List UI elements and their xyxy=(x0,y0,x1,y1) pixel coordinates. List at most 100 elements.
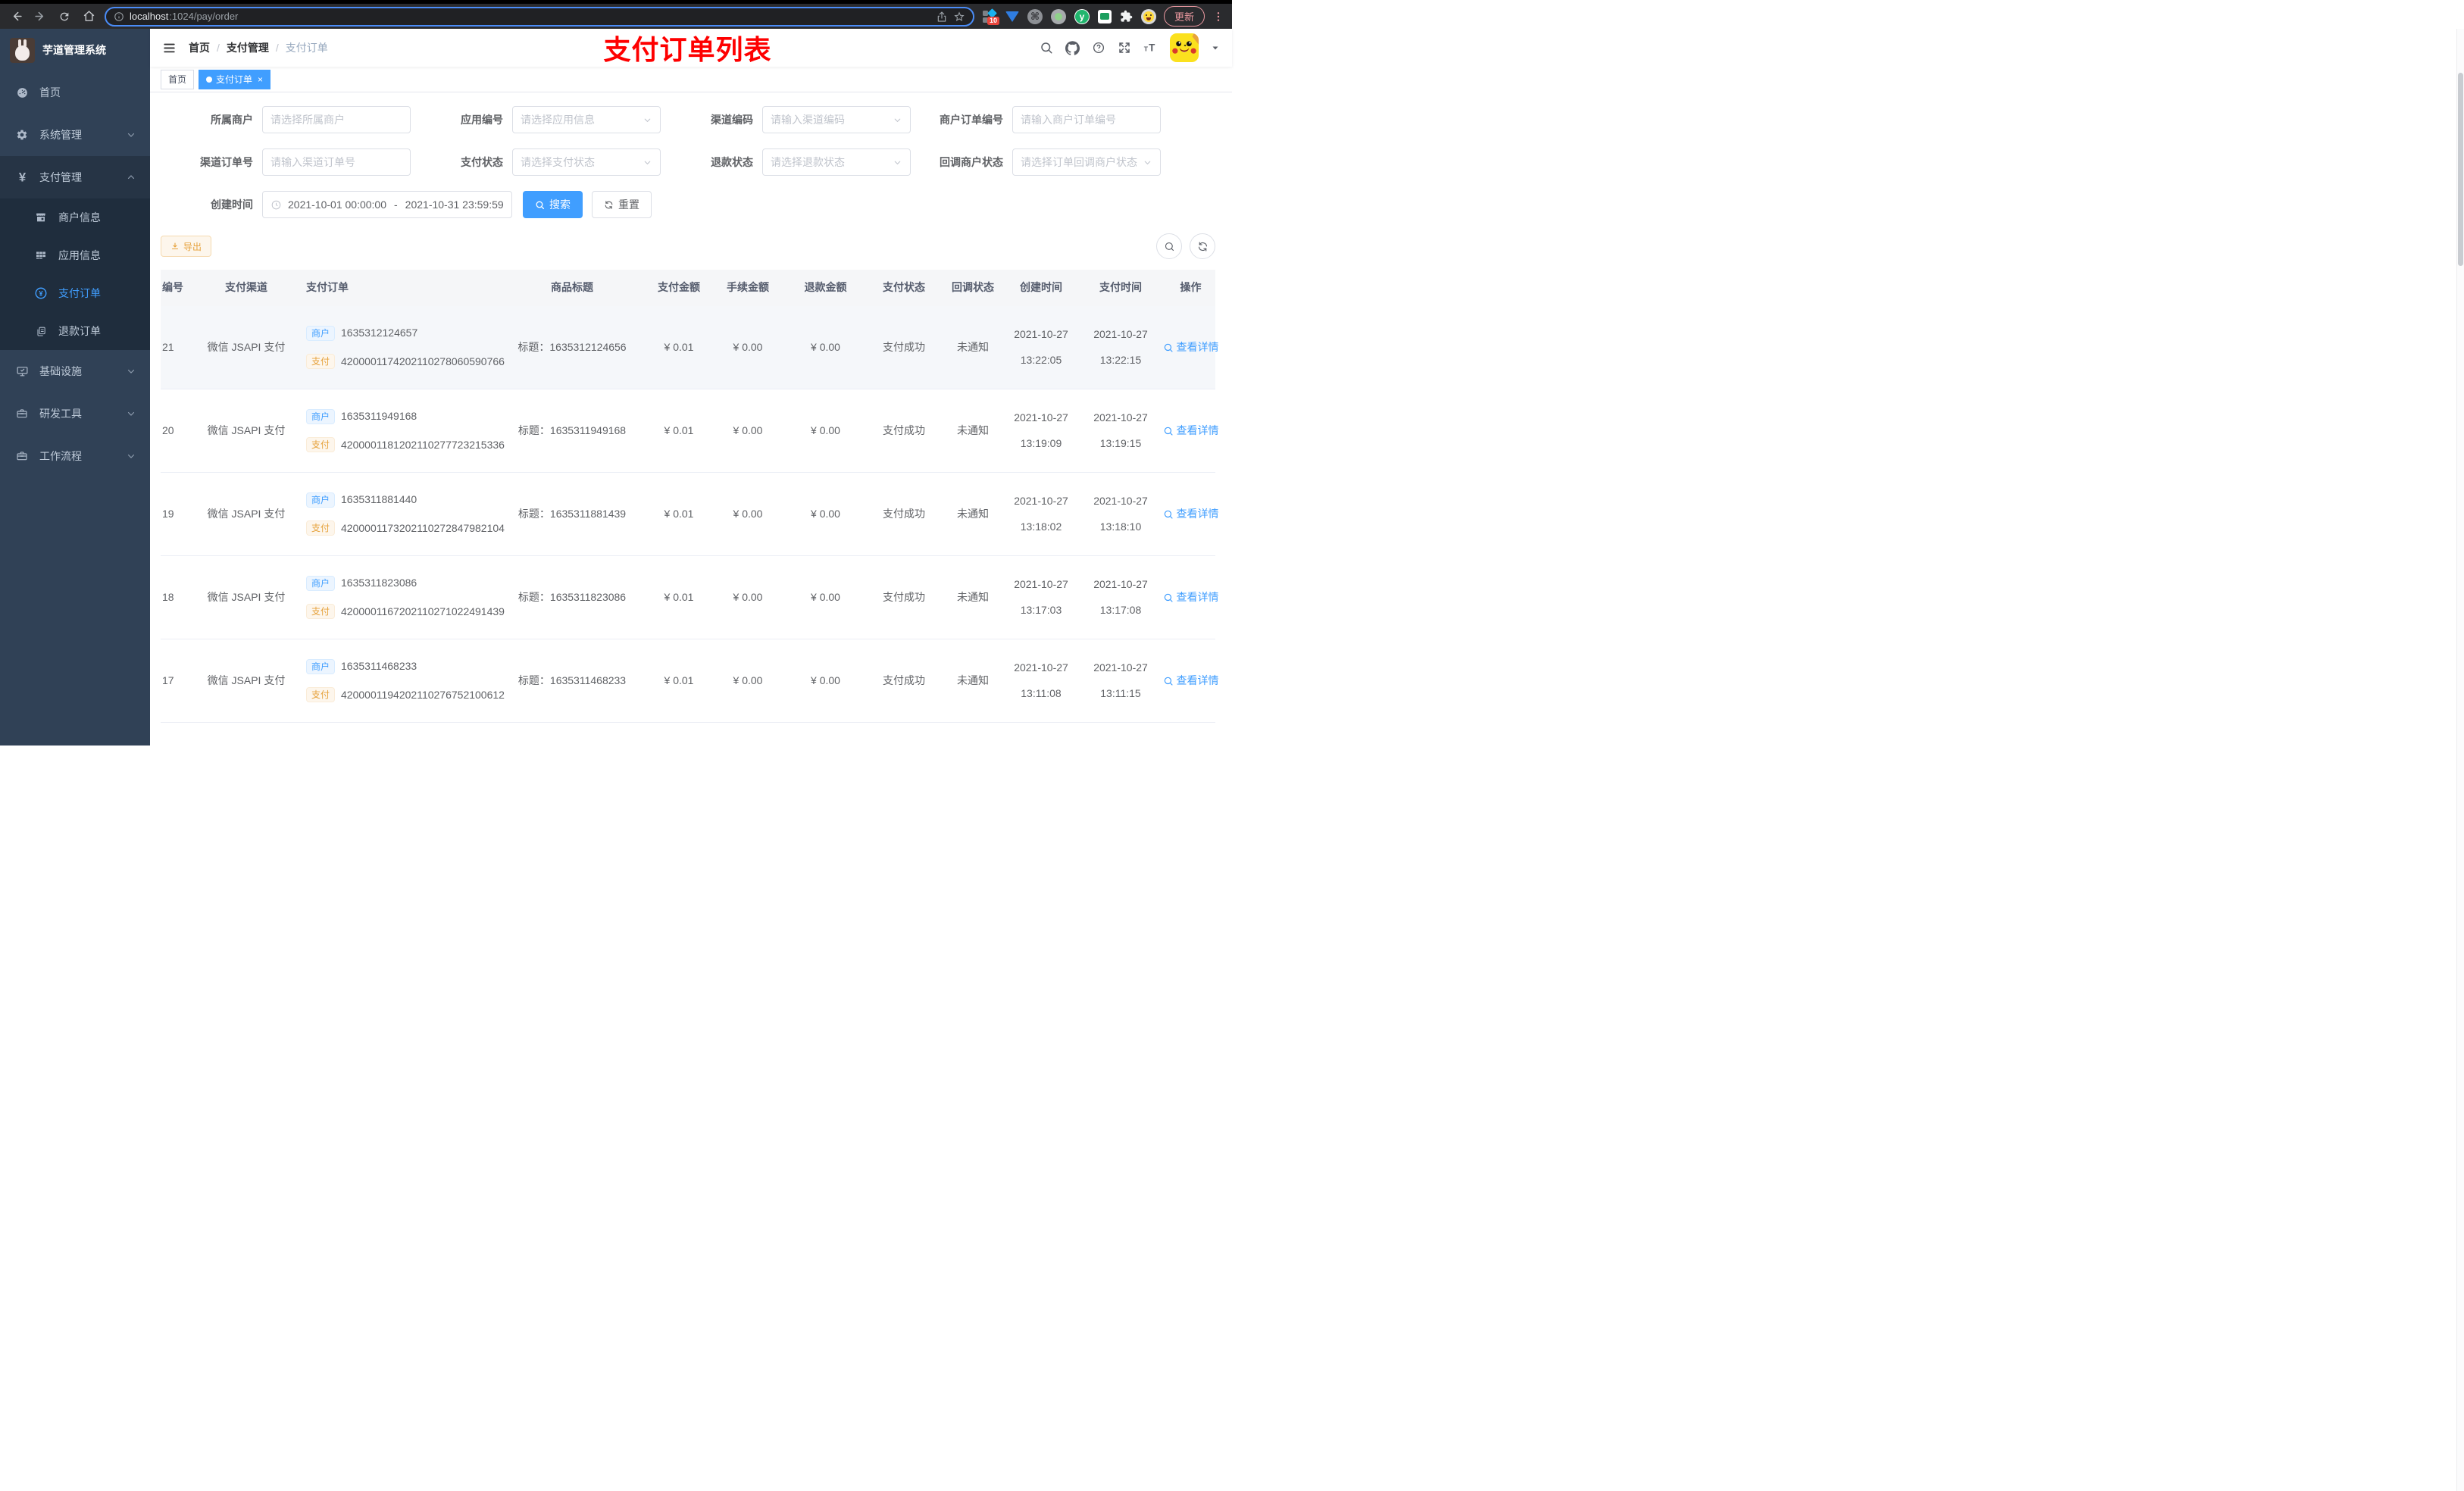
font-size-icon[interactable]: TT xyxy=(1143,41,1158,55)
filter-input[interactable] xyxy=(262,148,411,176)
hamburger-icon[interactable] xyxy=(162,41,177,55)
magnifier-icon xyxy=(1163,426,1174,436)
merchant-tag: 商户 xyxy=(306,658,336,674)
column-header-1: 支付渠道 xyxy=(225,281,267,294)
cell-channel: 微信 JSAPI 支付 xyxy=(207,424,286,436)
sidebar-subitem-1[interactable]: 应用信息 xyxy=(0,236,150,274)
sidebar-item-1[interactable]: 系统管理 xyxy=(0,114,150,156)
scrollbar-thumb[interactable] xyxy=(2458,73,2463,266)
tab-1[interactable]: 支付订单 × xyxy=(199,69,271,89)
url-bar[interactable]: localhost:1024/pay/order xyxy=(105,6,974,27)
cell-amount: ¥ 0.01 xyxy=(664,424,694,436)
filter-input[interactable] xyxy=(262,106,411,133)
pay-order-no: 4200001194202110276752100612 xyxy=(341,688,505,701)
cell-channel xyxy=(189,723,303,746)
sidebar-item-5[interactable]: 工作流程 xyxy=(0,435,150,477)
column-header-7: 支付状态 xyxy=(883,281,925,294)
filter-row-date: 创建时间 2021-10-01 00:00:00 - 2021-10-31 23… xyxy=(161,191,1221,218)
search-icon[interactable] xyxy=(1040,41,1053,55)
breadcrumb-item-0[interactable]: 首页 xyxy=(189,40,210,55)
order-table: 编号 支付渠道 支付订单 商品标题 支付金额 手续金额 退款金额 支付状态 回调状态 创建时间 支付… xyxy=(161,270,1219,746)
view-detail-link[interactable]: 查看详情 xyxy=(1163,339,1219,356)
filter-select[interactable]: 请选择订单回调商户状态 xyxy=(1012,148,1161,176)
command-extension-icon[interactable]: ⌘ xyxy=(1027,8,1043,24)
sidebar-item-0[interactable]: 首页 xyxy=(0,71,150,114)
column-header-3: 商品标题 xyxy=(551,281,593,294)
puzzle-extension-icon[interactable] xyxy=(1120,10,1133,23)
filter-input-field[interactable] xyxy=(270,114,402,126)
browser-update-button[interactable]: 更新 xyxy=(1163,6,1205,27)
user-avatar[interactable] xyxy=(1170,33,1199,62)
view-detail-link[interactable]: 查看详情 xyxy=(1163,423,1219,439)
table-row-1: 20 微信 JSAPI 支付 商户 1635311949168 支付 4200001181… xyxy=(161,389,1219,473)
date-range-input[interactable]: 2021-10-01 00:00:00 - 2021-10-31 23:59:5… xyxy=(262,191,512,218)
shop-icon xyxy=(33,211,48,223)
sidebar: 芋道管理系统 首页 系统管理 ¥ 支付管理 商户信息 应用信息 ¥ 支付订单 退款订单 基础设施研… xyxy=(0,29,150,746)
export-button[interactable]: 导出 xyxy=(161,236,212,257)
back-icon[interactable] xyxy=(8,8,24,25)
table-search-toggle-button[interactable] xyxy=(1156,233,1182,259)
profile-avatar-icon[interactable] xyxy=(1140,8,1156,24)
fullscreen-icon[interactable] xyxy=(1118,41,1131,55)
cell-refund: ¥ 0.00 xyxy=(811,590,840,603)
chevron-down-icon xyxy=(127,367,136,376)
search-button[interactable]: 搜索 xyxy=(523,191,583,218)
view-detail-link[interactable]: 查看详情 xyxy=(1163,506,1219,523)
app-logo[interactable]: 芋道管理系统 xyxy=(0,29,150,71)
filter-input[interactable] xyxy=(1012,106,1161,133)
active-tab-dot xyxy=(206,76,213,83)
breadcrumb-item-2: 支付订单 xyxy=(285,42,328,54)
date-start[interactable]: 2021-10-01 00:00:00 xyxy=(288,198,386,211)
y-extension-icon[interactable]: y xyxy=(1074,8,1090,24)
sidebar-subitem-2[interactable]: ¥ 支付订单 xyxy=(0,274,150,312)
site-info-icon[interactable] xyxy=(114,11,124,22)
cell-title: 标题：1635311823086 xyxy=(518,590,627,603)
cell-pay-status: 支付成功 xyxy=(883,340,925,353)
breadcrumb-item-1[interactable]: 支付管理 xyxy=(227,40,269,55)
recorder-extension-icon[interactable] xyxy=(1050,8,1066,24)
cell-created-time: 2021-10-27 13:11:08 xyxy=(1014,661,1068,699)
bookmark-star-icon[interactable] xyxy=(953,11,965,23)
filter-select[interactable]: 请选择支付状态 xyxy=(512,148,661,176)
filter-select[interactable]: 请输入渠道编码 xyxy=(762,106,911,133)
vertical-scrollbar[interactable] xyxy=(2456,29,2464,1491)
sidebar-item-2[interactable]: ¥ 支付管理 xyxy=(0,156,150,198)
sketch-extension-icon[interactable] xyxy=(1005,11,1019,22)
sidebar-item-3[interactable]: 基础设施 xyxy=(0,350,150,392)
tab-0[interactable]: 首页 xyxy=(161,69,195,89)
browser-menu-icon[interactable] xyxy=(1212,11,1224,23)
date-end[interactable]: 2021-10-31 23:59:59 xyxy=(405,198,504,211)
help-icon[interactable] xyxy=(1092,41,1105,55)
view-detail-link[interactable]: 查看详情 xyxy=(1163,589,1219,606)
pay-tag: 支付 xyxy=(306,687,336,703)
filter-label: 商户订单编号 xyxy=(940,114,1003,126)
home-icon[interactable] xyxy=(80,8,97,25)
table-refresh-button[interactable] xyxy=(1190,233,1215,259)
reset-button[interactable]: 重置 xyxy=(592,191,652,218)
github-icon[interactable] xyxy=(1065,40,1080,55)
share-icon[interactable] xyxy=(936,11,948,23)
cell-refund: ¥ 0.00 xyxy=(811,424,840,436)
tab-label: 支付订单 xyxy=(216,73,253,85)
filter-select[interactable]: 请选择退款状态 xyxy=(762,148,911,176)
chat-extension-icon[interactable] xyxy=(1097,9,1112,23)
sidebar-subitem-0[interactable]: 商户信息 xyxy=(0,198,150,236)
chevron-down-icon[interactable] xyxy=(1211,43,1220,52)
breadcrumb: 首页 / 支付管理 / 支付订单 xyxy=(189,40,328,55)
pay-tag: 支付 xyxy=(306,354,336,370)
filter-input-field[interactable] xyxy=(270,156,402,168)
view-detail-link[interactable]: 查看详情 xyxy=(1163,673,1219,689)
filter-select[interactable]: 请选择应用信息 xyxy=(512,106,661,133)
filter-input-field[interactable] xyxy=(1021,114,1152,126)
close-icon[interactable]: × xyxy=(258,70,263,89)
column-header-8: 回调状态 xyxy=(952,281,994,294)
clock-icon xyxy=(270,199,282,211)
sidebar-subitem-3[interactable]: 退款订单 xyxy=(0,312,150,350)
sidebar-item-4[interactable]: 研发工具 xyxy=(0,392,150,435)
chevron-down-icon xyxy=(1143,158,1152,167)
cell-id: 17 xyxy=(162,674,174,686)
filter-row-1: 渠道订单号 支付状态请选择支付状态 退款状态请选择退款状态 回调商户状态请选择订单回调… xyxy=(161,148,1221,176)
forward-icon[interactable] xyxy=(32,8,48,25)
extensions-grid-icon[interactable]: 10 xyxy=(982,8,999,25)
reload-icon[interactable] xyxy=(56,8,73,25)
